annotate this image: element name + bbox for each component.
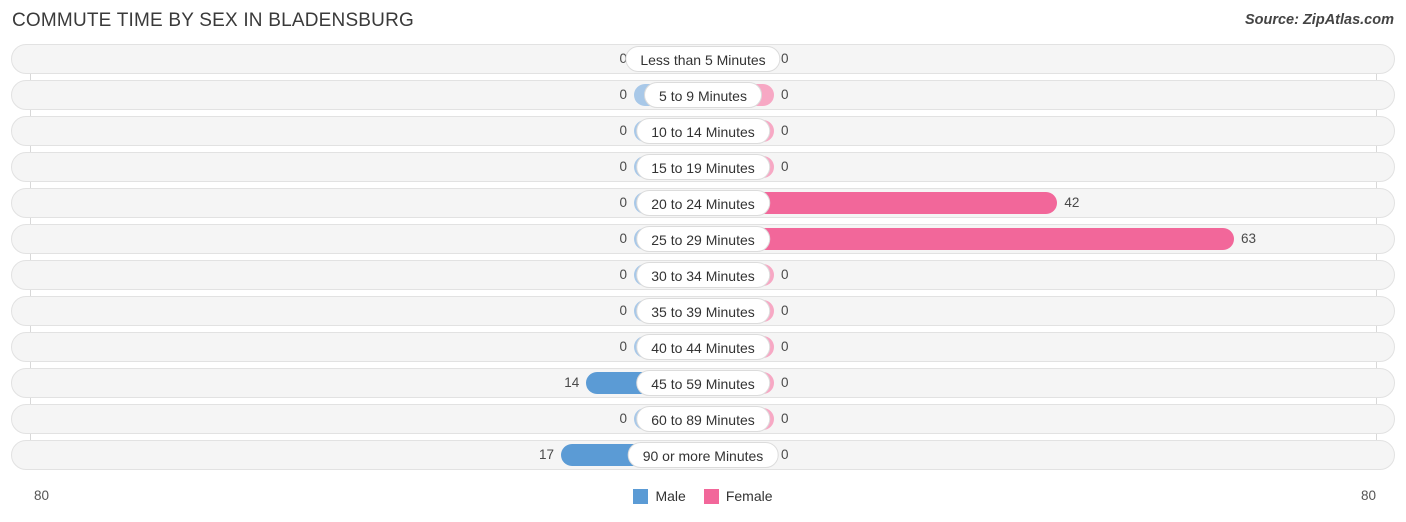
value-label-male: 0 — [619, 303, 627, 318]
value-label-female: 42 — [1064, 195, 1080, 210]
value-label-female: 0 — [781, 51, 789, 66]
chart-row[interactable]: 0 0 30 to 34 Minutes — [11, 260, 1395, 290]
chart-header: COMMUTE TIME BY SEX IN BLADENSBURG Sourc… — [0, 0, 1406, 44]
value-label-male: 0 — [619, 195, 627, 210]
chart-plot-area: 0 0 Less than 5 Minutes 0 0 5 to 9 Minutes 0 0 1… — [0, 44, 1406, 484]
legend-swatch-male-icon — [633, 488, 649, 504]
chart-row[interactable]: 0 0 40 to 44 Minutes — [11, 332, 1395, 362]
category-label: 15 to 19 Minutes — [636, 154, 770, 180]
bar-female[interactable] — [704, 228, 1234, 250]
value-label-male: 0 — [619, 267, 627, 282]
source-attribution: Source: ZipAtlas.com — [1244, 12, 1394, 28]
chart-row[interactable]: 0 0 60 to 89 Minutes — [11, 404, 1395, 434]
value-label-male: 14 — [564, 375, 580, 390]
chart-footer: 80 80 Male Female — [0, 484, 1406, 522]
category-label: 60 to 89 Minutes — [636, 406, 770, 432]
value-label-male: 0 — [619, 339, 627, 354]
chart-row[interactable]: 0 0 10 to 14 Minutes — [11, 116, 1395, 146]
chart-row[interactable]: 14 0 45 to 59 Minutes — [11, 368, 1395, 398]
value-label-male: 0 — [619, 411, 627, 426]
chart-row[interactable]: 0 0 Less than 5 Minutes — [11, 44, 1395, 74]
category-label: 30 to 34 Minutes — [636, 262, 770, 288]
legend-label-male: Male — [655, 488, 686, 504]
category-label: 25 to 29 Minutes — [636, 226, 770, 252]
legend-item-male[interactable]: Male — [633, 488, 686, 504]
value-label-female: 63 — [1240, 231, 1257, 246]
category-label: 90 or more Minutes — [627, 442, 779, 468]
legend-label-female: Female — [725, 488, 773, 504]
chart-row[interactable]: 0 0 35 to 39 Minutes — [11, 296, 1395, 326]
category-label: 10 to 14 Minutes — [636, 118, 770, 144]
page-title: COMMUTE TIME BY SEX IN BLADENSBURG — [12, 10, 415, 31]
value-label-female: 0 — [781, 87, 789, 102]
chart-rows: 0 0 Less than 5 Minutes 0 0 5 to 9 Minutes 0 0 1… — [0, 44, 1406, 476]
value-label-female: 0 — [781, 123, 789, 138]
value-label-female: 0 — [781, 339, 789, 354]
value-label-male: 0 — [619, 159, 627, 174]
value-label-male: 0 — [619, 231, 627, 246]
chart-row[interactable]: 0 0 5 to 9 Minutes — [11, 80, 1395, 110]
value-label-female: 0 — [781, 159, 789, 174]
category-label: 20 to 24 Minutes — [636, 190, 770, 216]
value-label-female: 0 — [781, 447, 789, 462]
category-label: 5 to 9 Minutes — [644, 82, 762, 108]
chart-row[interactable]: 17 0 90 or more Minutes — [11, 440, 1395, 470]
value-label-male: 0 — [619, 87, 627, 102]
value-label-male: 17 — [538, 447, 554, 462]
chart-legend: Male Female — [0, 488, 1406, 504]
value-label-male: 0 — [619, 51, 627, 66]
value-label-male: 0 — [619, 123, 627, 138]
category-label: 35 to 39 Minutes — [636, 298, 770, 324]
chart-row[interactable]: 0 63 25 to 29 Minutes — [11, 224, 1395, 254]
category-label: Less than 5 Minutes — [625, 46, 781, 72]
value-label-female: 0 — [781, 411, 789, 426]
chart-row[interactable]: 0 42 20 to 24 Minutes — [11, 188, 1395, 218]
value-label-female: 0 — [781, 303, 789, 318]
category-label: 45 to 59 Minutes — [636, 370, 770, 396]
value-label-female: 0 — [781, 267, 789, 282]
value-label-female: 0 — [781, 375, 789, 390]
legend-swatch-female-icon — [703, 488, 719, 504]
category-label: 40 to 44 Minutes — [636, 334, 770, 360]
chart-row[interactable]: 0 0 15 to 19 Minutes — [11, 152, 1395, 182]
legend-item-female[interactable]: Female — [703, 488, 773, 504]
